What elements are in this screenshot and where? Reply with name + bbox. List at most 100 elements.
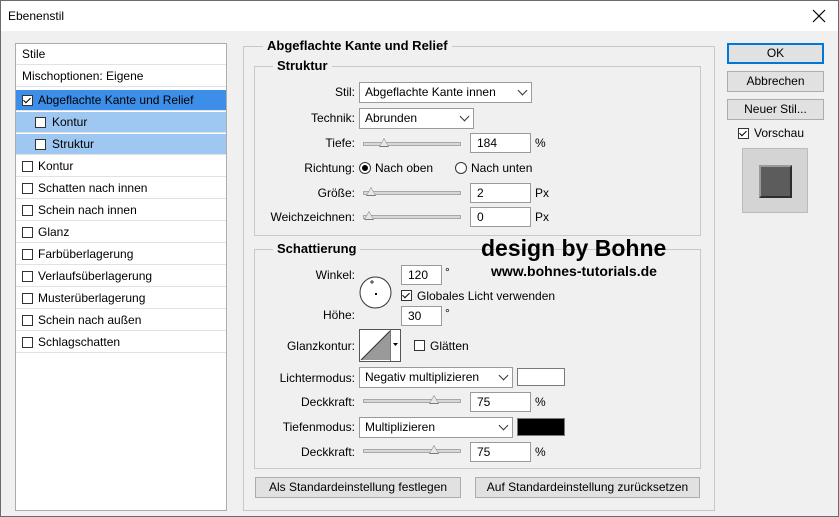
angle-input[interactable]: 120 [401, 265, 442, 285]
style-item-inner-glow[interactable]: Schein nach innen [16, 200, 226, 221]
style-item-label: Farbüberlagerung [38, 247, 134, 261]
style-item-texture[interactable]: Struktur [16, 134, 226, 155]
angle-dial[interactable] [359, 276, 392, 309]
shadow-opacity-slider[interactable] [363, 445, 461, 454]
highlight-opacity-value: 75 [477, 395, 491, 409]
highlight-opacity-thumb[interactable] [428, 395, 439, 404]
size-slider-thumb[interactable] [365, 187, 376, 196]
title-bar: Ebenenstil [1, 1, 838, 31]
shadow-mode-dropdown[interactable]: Multiplizieren [359, 417, 513, 438]
technique-label: Technik: [310, 111, 355, 125]
checkbox-stroke[interactable] [22, 161, 33, 172]
chevron-down-icon [498, 420, 509, 431]
style-item-label: Schatten nach innen [38, 181, 148, 195]
size-value: 2 [477, 186, 484, 200]
structure-title: Struktur [273, 58, 332, 73]
style-item-inner-shadow[interactable]: Schatten nach innen [16, 178, 226, 199]
style-item-label: Kontur [38, 159, 74, 173]
style-item-drop-shadow[interactable]: Schlagschatten [16, 332, 226, 353]
close-button[interactable] [806, 3, 832, 29]
styles-header[interactable]: Stile [16, 44, 226, 65]
style-item-label: Verlaufsüberlagerung [38, 269, 153, 283]
shading-title: Schattierung [273, 241, 361, 256]
checkbox-texture[interactable] [35, 139, 46, 150]
shadow-mode-label: Tiefenmodus: [282, 420, 355, 434]
shadow-opacity-value: 75 [477, 445, 491, 459]
checkbox-contour[interactable] [35, 117, 46, 128]
checkbox-drop-shadow[interactable] [22, 337, 33, 348]
depth-slider-thumb[interactable] [379, 138, 390, 147]
soften-label: Weichzeichnen: [270, 210, 356, 224]
shadow-opacity-input[interactable]: 75 [470, 442, 531, 462]
checkbox-color-overlay[interactable] [22, 249, 33, 260]
blend-options-label: Mischoptionen: Eigene [22, 69, 144, 83]
cancel-button[interactable]: Abbrechen [727, 71, 824, 92]
depth-slider[interactable] [363, 138, 461, 147]
direction-down-radio[interactable] [455, 162, 467, 174]
style-dropdown[interactable]: Abgeflachte Kante innen [359, 82, 532, 103]
highlight-opacity-unit: % [535, 395, 546, 409]
highlight-color-swatch[interactable] [517, 368, 565, 386]
global-light-checkbox[interactable] [401, 290, 412, 301]
style-item-label: Abgeflachte Kante und Relief [38, 93, 194, 107]
soften-slider-thumb[interactable] [364, 211, 374, 220]
checkbox-outer-glow[interactable] [22, 315, 33, 326]
section-title: Abgeflachte Kante und Relief [263, 38, 452, 53]
soften-slider[interactable] [363, 211, 461, 220]
altitude-input[interactable]: 30 [401, 306, 442, 326]
angle-value: 120 [408, 268, 429, 282]
antialias-checkbox[interactable] [414, 340, 425, 351]
shadow-opacity-thumb[interactable] [428, 445, 439, 454]
watermark-url: www.bohnes-tutorials.de [491, 263, 657, 279]
style-item-outer-glow[interactable]: Schein nach außen [16, 310, 226, 331]
reset-default-button[interactable]: Auf Standardeinstellung zurücksetzen [475, 477, 700, 498]
style-item-pattern-overlay[interactable]: Musterüberlagerung [16, 288, 226, 309]
make-default-button[interactable]: Als Standardeinstellung festlegen [255, 477, 461, 498]
blend-options-item[interactable]: Mischoptionen: Eigene [16, 66, 226, 87]
size-input[interactable]: 2 [470, 183, 531, 203]
checkbox-pattern-overlay[interactable] [22, 293, 33, 304]
altitude-label: Höhe: [322, 308, 355, 322]
style-item-stroke[interactable]: Kontur [16, 156, 226, 177]
highlight-opacity-input[interactable]: 75 [470, 392, 531, 412]
soften-unit: Px [535, 210, 550, 224]
style-item-label: Schein nach außen [38, 313, 142, 327]
depth-input[interactable]: 184 [470, 133, 531, 153]
ok-button[interactable]: OK [727, 43, 824, 64]
preview-checkbox[interactable] [738, 128, 749, 139]
chevron-down-icon [498, 370, 509, 381]
style-item-color-overlay[interactable]: Farbüberlagerung [16, 244, 226, 265]
style-item-label: Schein nach innen [38, 203, 137, 217]
checkbox-bevel-emboss[interactable] [22, 95, 33, 106]
highlight-opacity-slider[interactable] [363, 395, 461, 404]
direction-up-label: Nach oben [375, 161, 434, 175]
direction-down-label: Nach unten [471, 161, 533, 175]
style-label: Stil: [334, 85, 355, 99]
style-item-bevel-emboss[interactable]: Abgeflachte Kante und Relief [16, 90, 226, 111]
direction-up-radio[interactable] [359, 162, 371, 174]
checkbox-gradient-overlay[interactable] [22, 271, 33, 282]
checkbox-satin[interactable] [22, 227, 33, 238]
highlight-mode-dropdown[interactable]: Negativ multiplizieren [359, 367, 513, 388]
style-item-contour[interactable]: Kontur [16, 112, 226, 133]
global-light-label: Globales Licht verwenden [417, 289, 556, 303]
preview-thumbnail [742, 148, 808, 213]
checkbox-inner-glow[interactable] [22, 205, 33, 216]
technique-dropdown[interactable]: Abrunden [359, 108, 474, 129]
chevron-down-icon [459, 111, 470, 122]
direction-label: Richtung: [304, 161, 355, 175]
shadow-color-swatch[interactable] [517, 418, 565, 436]
style-item-gradient-overlay[interactable]: Verlaufsüberlagerung [16, 266, 226, 287]
contour-preview-icon [360, 330, 391, 361]
style-item-satin[interactable]: Glanz [16, 222, 226, 243]
checkbox-inner-shadow[interactable] [22, 183, 33, 194]
gloss-contour-picker[interactable] [359, 329, 401, 362]
size-slider[interactable] [363, 187, 461, 196]
angle-dial-icon [359, 276, 392, 309]
style-item-label: Glanz [38, 225, 70, 239]
soften-input[interactable]: 0 [470, 207, 531, 227]
gloss-contour-label: Glanzkontur: [286, 339, 355, 353]
new-style-button[interactable]: Neuer Stil... [727, 99, 824, 120]
depth-value: 184 [477, 136, 498, 150]
style-item-label: Kontur [52, 115, 88, 129]
